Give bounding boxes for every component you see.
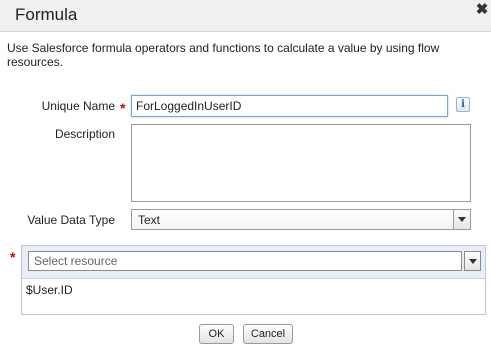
formula-dialog: Formula ✖ Use Salesforce formula operato… — [0, 0, 491, 350]
formula-editor: Select resource $User.ID — [21, 245, 486, 315]
unique-name-label: Unique Name — [41, 99, 115, 113]
dialog-intro-text: Use Salesforce formula operators and fun… — [7, 41, 440, 69]
value-data-type-select[interactable]: Text — [131, 209, 471, 230]
value-data-type-selected: Text — [138, 213, 161, 227]
description-textarea[interactable] — [131, 124, 471, 202]
formula-required-indicator: * — [10, 249, 16, 265]
required-indicator: * — [120, 100, 126, 116]
value-data-type-label: Value Data Type — [27, 213, 115, 227]
close-icon[interactable]: ✖ — [475, 2, 489, 17]
ok-button[interactable]: OK — [199, 324, 234, 344]
dropdown-button[interactable] — [453, 210, 470, 229]
formula-expression[interactable]: $User.ID — [26, 283, 73, 297]
chevron-down-icon — [469, 259, 477, 264]
dialog-title: Formula — [15, 5, 78, 24]
cancel-button[interactable]: Cancel — [243, 324, 293, 344]
select-resource-input[interactable]: Select resource — [28, 251, 462, 271]
description-label: Description — [54, 127, 115, 141]
dialog-titlebar: Formula — [0, 0, 491, 32]
resource-dropdown-button[interactable] — [464, 251, 481, 271]
info-icon[interactable]: i — [456, 97, 470, 112]
resource-picker-bar: Select resource — [22, 246, 485, 279]
unique-name-input[interactable] — [131, 95, 448, 117]
chevron-down-icon — [458, 217, 466, 222]
